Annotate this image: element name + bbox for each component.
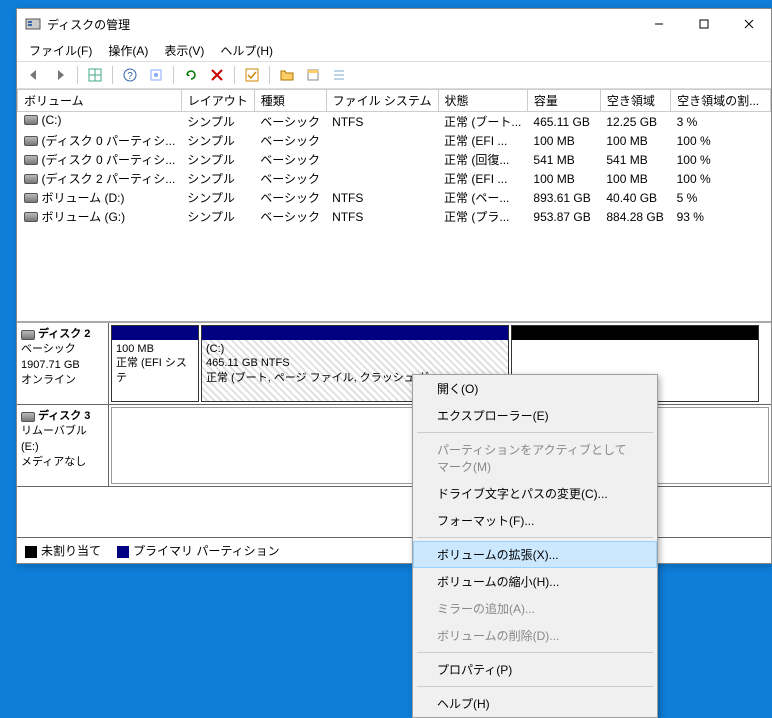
forward-icon[interactable] [49,64,71,86]
context-menu-item[interactable]: プロパティ(P) [413,656,657,683]
volume-list[interactable]: ボリュームレイアウト種類ファイル システム状態容量空き領域空き領域の割... (… [17,89,771,323]
context-menu-item[interactable]: エクスプローラー(E) [413,402,657,429]
volume-icon [24,193,38,203]
volume-icon [24,212,38,222]
menu-separator [417,652,653,653]
back-icon[interactable] [23,64,45,86]
menu-action[interactable]: 操作(A) [100,40,156,61]
titlebar[interactable]: ディスクの管理 [17,9,771,39]
volume-icon [24,115,38,125]
volume-row[interactable]: (ディスク 2 パーティシ...シンプルベーシック正常 (EFI ...100 … [18,169,771,188]
svg-text:?: ? [127,71,133,82]
legend-item: プライマリ パーティション [117,542,280,559]
list-icon[interactable] [328,64,350,86]
context-menu[interactable]: 開く(O)エクスプローラー(E) パーティションをアクティブとしてマーク(M)ドラ… [412,374,658,718]
maximize-button[interactable] [681,9,726,39]
menubar: ファイル(F) 操作(A) 表示(V) ヘルプ(H) [17,39,771,61]
disk-management-window: ディスクの管理 ファイル(F) 操作(A) 表示(V) ヘルプ(H) ? ボリュ… [16,8,772,564]
property-icon[interactable] [302,64,324,86]
column-header[interactable]: 容量 [527,90,600,112]
disk-info: ディスク 2ベーシック1907.71 GBオンライン [17,323,109,404]
settings-icon[interactable] [145,64,167,86]
menu-separator [417,686,653,687]
volume-icon [24,136,38,146]
menu-view[interactable]: 表示(V) [156,40,212,61]
folder-icon[interactable] [276,64,298,86]
app-icon [25,16,41,32]
column-header[interactable]: 空き領域の割... [671,90,771,112]
help-icon[interactable]: ? [119,64,141,86]
column-header[interactable]: 空き領域 [600,90,670,112]
toolbar: ? [17,61,771,89]
partition[interactable]: 100 MB正常 (EFI システ [111,325,199,402]
volume-row[interactable]: (ディスク 0 パーティシ...シンプルベーシック正常 (回復...541 MB… [18,150,771,169]
disk-icon [21,412,35,422]
minimize-button[interactable] [636,9,681,39]
menu-help[interactable]: ヘルプ(H) [212,40,281,61]
context-menu-item[interactable]: ドライブ文字とパスの変更(C)... [413,480,657,507]
menu-file[interactable]: ファイル(F) [21,40,100,61]
legend-item: 未割り当て [25,542,101,559]
column-header[interactable]: レイアウト [181,90,254,112]
context-menu-item: ミラーの追加(A)... [413,595,657,622]
window-title: ディスクの管理 [47,16,636,33]
context-menu-item[interactable]: フォーマット(F)... [413,507,657,534]
check-icon[interactable] [241,64,263,86]
context-menu-item[interactable]: ボリュームの縮小(H)... [413,568,657,595]
context-menu-item[interactable]: ボリュームの拡張(X)... [413,541,657,568]
disk-icon [21,330,35,340]
volume-row[interactable]: (ディスク 0 パーティシ...シンプルベーシック正常 (EFI ...100 … [18,131,771,150]
column-header[interactable]: ファイル システム [326,90,438,112]
volume-icon [24,174,38,184]
context-menu-item[interactable]: ヘルプ(H) [413,690,657,717]
context-menu-item[interactable]: 開く(O) [413,375,657,402]
context-menu-item: ボリュームの削除(D)... [413,622,657,649]
context-menu-item: パーティションをアクティブとしてマーク(M) [413,436,657,480]
disk-info: ディスク 3リムーバブル (E:)メディアなし [17,405,109,486]
column-header[interactable]: 状態 [438,90,527,112]
volume-row[interactable]: ボリューム (G:)シンプルベーシックNTFS正常 (プラ...953.87 G… [18,207,771,226]
grid-view-icon[interactable] [84,64,106,86]
close-button[interactable] [726,9,771,39]
delete-icon[interactable] [206,64,228,86]
volume-row[interactable]: ボリューム (D:)シンプルベーシックNTFS正常 (ペー...893.61 G… [18,188,771,207]
volume-icon [24,155,38,165]
menu-separator [417,537,653,538]
menu-separator [417,432,653,433]
column-header[interactable]: 種類 [254,90,326,112]
volume-row[interactable]: (C:)シンプルベーシックNTFS正常 (ブート...465.11 GB12.2… [18,112,771,132]
refresh-icon[interactable] [180,64,202,86]
column-header[interactable]: ボリューム [18,90,182,112]
